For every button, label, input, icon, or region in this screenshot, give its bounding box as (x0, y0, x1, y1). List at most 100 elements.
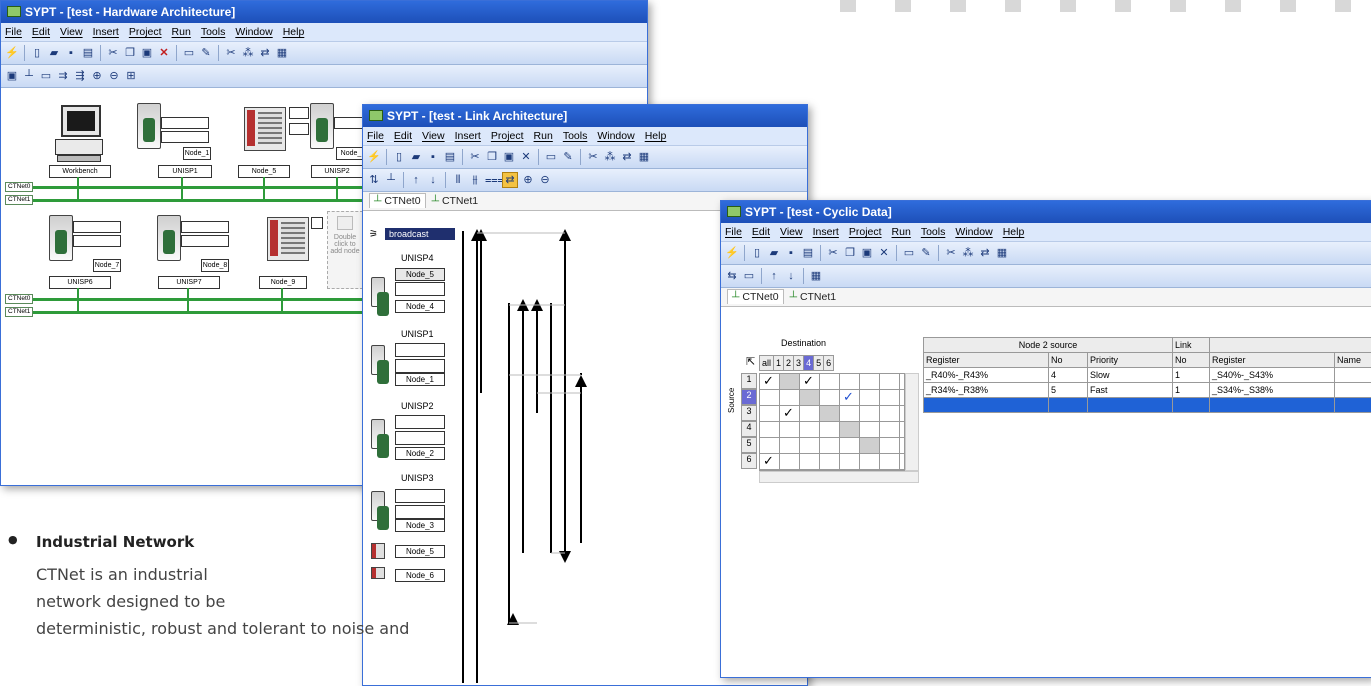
zoom-out-icon[interactable]: ⊖ (107, 69, 121, 83)
node-label[interactable]: Node_7 (93, 259, 121, 272)
cell-link-no[interactable] (1173, 398, 1210, 413)
edit-icon[interactable]: ✎ (199, 46, 213, 60)
table-row-selected[interactable] (924, 398, 1371, 413)
menu-run[interactable]: Run (172, 26, 191, 38)
menu-view[interactable]: View (60, 26, 83, 38)
node-label[interactable]: Node_8 (201, 259, 229, 272)
net-icon[interactable]: ┴ (22, 69, 36, 83)
open-folder-icon[interactable]: ▰ (47, 46, 61, 60)
auto-layout-icon[interactable]: ⇄ (502, 172, 518, 188)
node-label[interactable]: Node_5 (395, 545, 445, 558)
table-row[interactable]: _R40%-_R43% 4 Slow 1 _S40%-_S43% (924, 368, 1371, 383)
node-label[interactable]: Node_5 (395, 268, 445, 281)
col-register[interactable]: Register (924, 353, 1049, 368)
open-folder-icon[interactable]: ▰ (767, 246, 781, 260)
node5-plc-icon[interactable] (244, 107, 286, 151)
delete-icon[interactable]: ✕ (157, 46, 171, 60)
node-label[interactable]: Node_2 (395, 447, 445, 460)
node9-plc-icon[interactable] (267, 217, 309, 261)
cell-no[interactable]: 4 (1049, 368, 1088, 383)
net-label[interactable]: CTNet1 (5, 195, 33, 205)
ctnet1-line[interactable] (31, 311, 365, 314)
window-title-bar[interactable]: SYPT - [test - Hardware Architecture] (1, 1, 647, 23)
node-label[interactable]: Node_1 (183, 147, 211, 160)
cut-icon[interactable]: ✂ (106, 46, 120, 60)
grid-icon[interactable]: ▦ (637, 150, 651, 164)
delete-icon[interactable]: ✕ (519, 150, 533, 164)
menu-project[interactable]: Project (491, 130, 524, 142)
network-icon[interactable]: ⇄ (978, 246, 992, 260)
menu-insert[interactable]: Insert (93, 26, 119, 38)
properties-icon[interactable]: ▭ (902, 246, 916, 260)
save-icon[interactable]: ▪ (784, 246, 798, 260)
plc-icon[interactable] (371, 543, 385, 559)
link-select-icon[interactable]: ⇆ (725, 269, 739, 283)
matrix-cells[interactable]: ✓ ✓ ✓ ✓ ✓ (759, 373, 905, 471)
menu-edit[interactable]: Edit (752, 226, 770, 238)
drive-icon[interactable] (371, 419, 385, 449)
matrix-corner-icon[interactable]: ⇱ (746, 355, 755, 368)
cell-name[interactable] (1335, 383, 1371, 398)
matrix-col[interactable]: 2 (784, 356, 794, 371)
drive-icon[interactable] (371, 491, 385, 521)
layout-icon[interactable]: ⩶ (485, 173, 499, 187)
matrix-col[interactable]: 4 (804, 356, 814, 371)
connect-icon[interactable]: ⚡ (367, 150, 381, 164)
node-label[interactable]: UNISP6 (49, 276, 111, 289)
copy-icon[interactable]: ❐ (123, 46, 137, 60)
cell-dest-register[interactable]: _S40%-_S43% (1210, 368, 1335, 383)
matrix-row[interactable]: 2 (741, 389, 757, 405)
arrange-icon[interactable]: ⫵ (468, 173, 482, 187)
arrow-down-icon[interactable]: ↓ (784, 269, 798, 283)
print-icon[interactable]: ▤ (81, 46, 95, 60)
scissors-icon[interactable]: ✂ (586, 150, 600, 164)
select-icon[interactable]: ▣ (5, 69, 19, 83)
menu-help[interactable]: Help (645, 130, 667, 142)
net-icon[interactable]: ┴ (384, 173, 398, 187)
ctnet0-line[interactable] (31, 298, 365, 301)
menu-insert[interactable]: Insert (455, 130, 481, 142)
cell-no[interactable] (1049, 398, 1088, 413)
node-label[interactable]: Node_1 (395, 373, 445, 386)
zoom-out-icon[interactable]: ⊖ (538, 173, 552, 187)
cut-icon[interactable]: ✂ (826, 246, 840, 260)
menu-edit[interactable]: Edit (394, 130, 412, 142)
matrix-row[interactable]: 3 (741, 405, 757, 421)
edit-icon[interactable]: ✎ (919, 246, 933, 260)
tab-ctnet1[interactable]: ┴ CTNet1 (790, 291, 837, 303)
paste-icon[interactable]: ▣ (860, 246, 874, 260)
plc-icon[interactable] (371, 567, 385, 579)
grid-icon[interactable]: ▦ (809, 269, 823, 283)
properties-icon[interactable]: ▭ (182, 46, 196, 60)
unisp6-drive-icon[interactable] (49, 215, 73, 261)
matrix-row[interactable]: 6 (741, 453, 757, 469)
scissors-icon[interactable]: ✂ (224, 46, 238, 60)
col-dest-register[interactable]: Register (1210, 353, 1335, 368)
unisp1-drive-icon[interactable] (137, 103, 161, 149)
node-label[interactable]: UNISP1 (158, 165, 212, 178)
save-icon[interactable]: ▪ (64, 46, 78, 60)
new-file-icon[interactable]: ▯ (392, 150, 406, 164)
unisp2-drive-icon[interactable] (310, 103, 334, 149)
cell-link-no[interactable]: 1 (1173, 368, 1210, 383)
cell-priority[interactable] (1088, 398, 1173, 413)
broadcast-label[interactable]: broadcast (385, 228, 455, 240)
matrix-row[interactable]: 4 (741, 421, 757, 437)
cell-priority[interactable]: Fast (1088, 383, 1173, 398)
menu-window[interactable]: Window (955, 226, 992, 238)
matrix-col[interactable]: 5 (814, 356, 824, 371)
cell-priority[interactable]: Slow (1088, 368, 1173, 383)
matrix-vertical-scrollbar[interactable] (905, 373, 919, 471)
properties-icon[interactable]: ▭ (544, 150, 558, 164)
tab-ctnet1[interactable]: ┴ CTNet1 (432, 195, 479, 207)
register-icon[interactable]: ▭ (742, 269, 756, 283)
ctnet0-line[interactable] (31, 186, 365, 189)
menu-view[interactable]: View (422, 130, 445, 142)
node-label[interactable]: Node_6 (395, 569, 445, 582)
cell-no[interactable]: 5 (1049, 383, 1088, 398)
cut-icon[interactable]: ✂ (468, 150, 482, 164)
destination-matrix[interactable]: all 1 2 3 4 5 6 (759, 355, 834, 371)
menu-tools[interactable]: Tools (563, 130, 588, 142)
paste-icon[interactable]: ▣ (502, 150, 516, 164)
workbench-pc-icon[interactable] (55, 105, 103, 161)
